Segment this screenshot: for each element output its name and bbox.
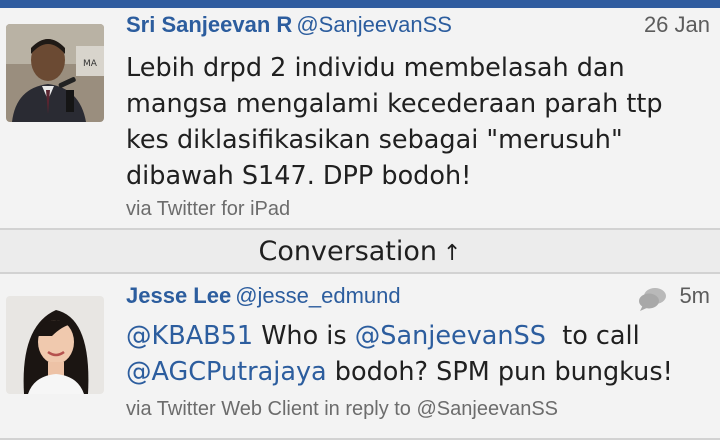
- tweet-text: Lebih drpd 2 individu membelasah dan man…: [126, 53, 663, 191]
- avatar[interactable]: [6, 296, 104, 394]
- tweet-source: via Twitter Web Client in reply to @Sanj…: [126, 398, 558, 420]
- svg-text:MA: MA: [83, 59, 98, 69]
- tweet-text: @KBAB51 Who is @SanjeevanSS to call @AGC…: [126, 318, 710, 390]
- tweet-source: via Twitter for iPad: [126, 198, 291, 220]
- tweet-card[interactable]: MA Sri Sanjeevan R @SanjeevanSS 26 Jan Le…: [0, 8, 720, 228]
- tweet-text-segment: to call: [545, 321, 648, 351]
- author-name[interactable]: Sri Sanjeevan R: [126, 12, 292, 37]
- tweet-time: 5m: [679, 283, 710, 308]
- author-handle[interactable]: @jesse_edmund: [235, 283, 400, 308]
- tweet-card[interactable]: Jesse Lee @jesse_edmund 5m @KBAB51 Who is…: [0, 274, 720, 440]
- author-name[interactable]: Jesse Lee: [126, 283, 231, 308]
- tweet-time: 26 Jan: [643, 12, 710, 37]
- conversation-link[interactable]: Conversation ↑: [0, 230, 720, 274]
- top-bar: [0, 0, 720, 8]
- tweet-text-segment: Who is: [253, 321, 355, 351]
- mention-link[interactable]: @AGCPutrajaya: [126, 357, 327, 387]
- mention-link[interactable]: @KBAB51: [126, 321, 253, 351]
- speech-bubbles-icon: [639, 288, 666, 311]
- author-handle[interactable]: @SanjeevanSS: [296, 12, 452, 37]
- conversation-label: Conversation: [258, 236, 438, 267]
- tweet-text-segment: bodoh? SPM pun bungkus!: [326, 357, 673, 387]
- arrow-up-icon: ↑: [443, 241, 462, 266]
- avatar[interactable]: MA: [6, 24, 104, 122]
- mention-link[interactable]: @SanjeevanSS: [355, 321, 546, 351]
